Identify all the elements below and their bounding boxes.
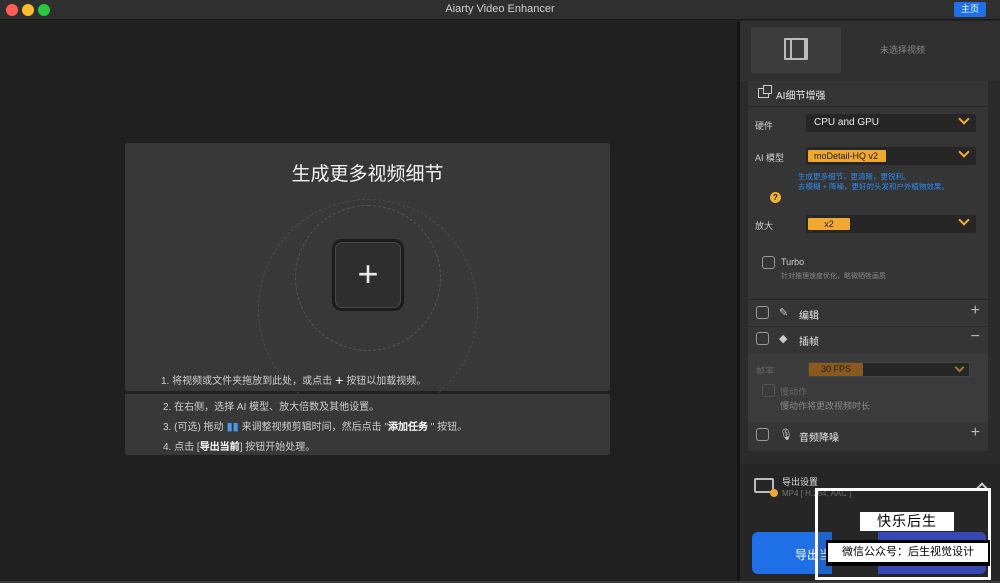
window-title: Aiarty Video Enhancer — [445, 3, 555, 15]
step-1-text-end: 按钮以加载视频。 — [346, 376, 427, 387]
interpolation-settings: 帧率 30 FPS 慢动作 慢动作将更改视频时长 — [748, 354, 988, 422]
plus-icon: + — [335, 372, 344, 388]
audio-denoise-row[interactable]: 🎙 音频降噪 + — [748, 422, 988, 448]
plus-icon: + — [357, 253, 379, 294]
film-icon — [784, 38, 808, 60]
hardware-label: 硬件 — [755, 121, 774, 131]
hardware-select[interactable]: CPU and GPU — [806, 113, 976, 132]
model-desc-2: 去模糊 + 降噪，更好的头发和户外植物效果。 — [798, 182, 950, 191]
step-4-text: 4. 点击 [ — [163, 442, 200, 453]
model-value: moDetail-HQ v2 — [808, 150, 886, 162]
watermark-frame — [815, 488, 991, 580]
scale-select[interactable]: x2 — [806, 214, 976, 233]
fps-select[interactable]: 30 FPS — [808, 362, 970, 377]
step-3-text-mid: 来调整视频剪辑时间，然后点击 " — [241, 422, 388, 433]
step-3: 3. (可选) 拖动 ▮▮ 来调整视频剪辑时间，然后点击 "添加任务 " 按钮。 — [163, 418, 467, 433]
ai-section-header: AI细节增强 — [748, 81, 988, 105]
help-icon[interactable]: ? — [770, 192, 781, 203]
home-button[interactable]: 主页 — [954, 2, 986, 17]
audio-denoise-checkbox[interactable] — [756, 428, 769, 441]
slowmo-desc: 慢动作将更改视频时长 — [780, 401, 871, 411]
scale-value: x2 — [808, 218, 850, 230]
no-video-label: 未选择视频 — [880, 45, 926, 55]
chevron-down-icon — [958, 113, 970, 125]
instructions-panel: 2. 在右侧，选择 AI 模型、放大倍数及其他设置。 3. (可选) 拖动 ▮▮ 来… — [125, 394, 610, 455]
expand-plus-icon[interactable]: + — [971, 302, 980, 320]
card-title: 生成更多视频细节 — [291, 164, 444, 185]
chevron-down-icon — [954, 362, 965, 373]
hardware-value: CPU and GPU — [814, 117, 880, 128]
step-1: 1. 将视频或文件夹拖放到此处，或点击 + 按钮以加载视频。 — [161, 372, 426, 388]
step-4: 4. 点击 [导出当前] 按钮开始处理。 — [163, 438, 315, 453]
interpolation-row[interactable]: ◆ 插帧 − — [748, 326, 988, 352]
model-label: AI 模型 — [755, 153, 785, 163]
interpolation-label: 插帧 — [799, 337, 819, 348]
edit-row[interactable]: ✎ 编辑 + — [748, 300, 988, 326]
app-window: Aiarty Video Enhancer 主页 生成更多视频细节 + 1. 将… — [0, 0, 1000, 583]
audio-denoise-label: 音频降噪 — [799, 433, 839, 444]
chevron-down-icon — [958, 214, 970, 226]
turbo-desc: 针对推理速度优化，略微牺牲画质 — [781, 273, 886, 280]
collapse-minus-icon[interactable]: − — [971, 328, 980, 346]
edit-label: 编辑 — [799, 311, 819, 322]
chevron-down-icon — [958, 146, 970, 158]
title-bar: Aiarty Video Enhancer 主页 — [0, 0, 1000, 20]
export-settings-title: 导出设置 — [782, 477, 819, 487]
model-select[interactable]: moDetail-HQ v2 — [806, 146, 976, 165]
microphone-icon: 🎙 — [779, 429, 793, 441]
video-tabs: 未选择视频 — [740, 21, 1000, 81]
add-video-card[interactable]: 生成更多视频细节 + 1. 将视频或文件夹拖放到此处，或点击 + 按钮以加载视频。 — [125, 143, 610, 419]
expand-plus-icon[interactable]: + — [971, 424, 980, 442]
turbo-label: Turbo — [781, 257, 805, 267]
edit-icon: ✎ — [779, 307, 789, 319]
settings-panel: AI细节增强 硬件 CPU and GPU AI 模型 moDetail-HQ … — [748, 81, 988, 451]
ai-section-title: AI细节增强 — [776, 91, 826, 102]
turbo-checkbox[interactable] — [762, 256, 775, 269]
step-1-text: 1. 将视频或文件夹拖放到此处，或点击 — [161, 376, 333, 387]
watermark-title: 快乐后生 — [860, 512, 954, 531]
divider — [748, 106, 988, 107]
step-4-bold: 导出当前 — [199, 442, 240, 453]
trim-handle-icon: ▮▮ — [226, 421, 239, 433]
slowmo-label: 慢动作 — [780, 387, 808, 397]
edit-checkbox[interactable] — [756, 306, 769, 319]
enhance-icon — [758, 85, 772, 98]
interpolation-icon: ◆ — [779, 333, 788, 345]
step-2: 2. 在右侧，选择 AI 模型、放大倍数及其他设置。 — [163, 402, 380, 413]
scale-label: 放大 — [755, 221, 774, 231]
step-3-bold: 添加任务 — [388, 422, 428, 433]
slowmo-checkbox[interactable] — [762, 384, 775, 397]
add-video-button[interactable]: + — [332, 239, 404, 311]
fps-value: 30 FPS — [809, 363, 863, 376]
tab-video-list[interactable] — [751, 27, 841, 73]
export-settings-icon — [754, 478, 778, 497]
watermark-subtitle: 微信公众号：后生视觉设计 — [828, 543, 988, 562]
fps-label: 帧率 — [756, 366, 775, 376]
step-3-text-end: " 按钮。 — [428, 422, 468, 433]
step-3-text: 3. (可选) 拖动 — [163, 422, 224, 433]
interpolation-checkbox[interactable] — [756, 332, 769, 345]
step-4-text-end: ] 按钮开始处理。 — [239, 442, 316, 453]
